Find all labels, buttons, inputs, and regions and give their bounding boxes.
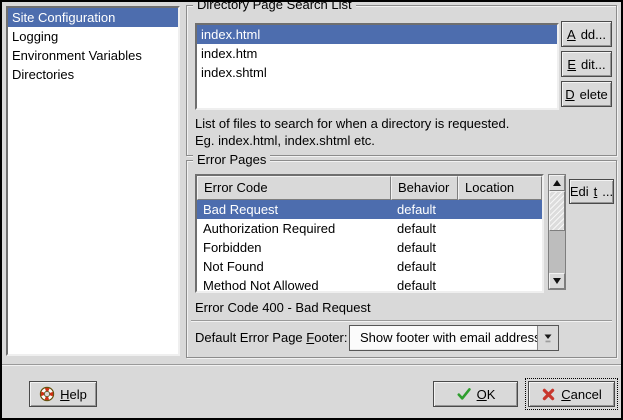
dropdown-arrow-button[interactable] [537, 326, 558, 350]
cell-behavior: default [391, 238, 458, 257]
column-header-location[interactable]: Location [458, 176, 542, 200]
directory-file-list: index.html index.htm index.shtml [195, 23, 559, 110]
cell-error-code: Not Found [197, 257, 391, 276]
directory-description-line1: List of files to search for when a direc… [195, 116, 509, 132]
column-header-behavior[interactable]: Behavior [391, 176, 458, 200]
table-row[interactable]: Bad Request default [197, 200, 542, 219]
error-pages-table: Error Code Behavior Location Bad Request… [195, 174, 544, 293]
ok-button[interactable]: OK [433, 381, 518, 407]
footer-dropdown-label: Default Error Page Footer: [195, 330, 347, 346]
frame-title-error-pages: Error Pages [193, 152, 270, 168]
cell-location [458, 257, 542, 276]
action-bar-separator [2, 364, 621, 366]
scrollbar-thumb[interactable] [549, 191, 565, 231]
cell-error-code: Authorization Required [197, 219, 391, 238]
up-arrow-icon [553, 180, 561, 186]
add-button[interactable]: Add... [561, 21, 612, 47]
help-button-label: Help [60, 387, 87, 402]
category-list: Site Configuration Logging Environment V… [6, 6, 180, 356]
file-list-item[interactable]: index.htm [197, 44, 557, 63]
cell-behavior: default [391, 219, 458, 238]
cell-behavior: default [391, 257, 458, 276]
table-row[interactable]: Forbidden default [197, 238, 542, 257]
error-pages-frame: Error Pages Error Code Behavior Location… [186, 160, 617, 358]
sidebar-item-environment-variables[interactable]: Environment Variables [8, 46, 178, 65]
selected-option-label: Show footer with email address [360, 326, 541, 350]
cancel-button[interactable]: Cancel [528, 381, 615, 407]
scrollbar-up-button[interactable] [549, 175, 565, 191]
sidebar-item-site-configuration[interactable]: Site Configuration [8, 8, 178, 27]
column-header-error-code[interactable]: Error Code [197, 176, 391, 200]
file-list-item[interactable]: index.shtml [197, 63, 557, 82]
table-row[interactable]: Method Not Allowed default [197, 276, 542, 293]
httpd-config-window: Site Configuration Logging Environment V… [0, 0, 623, 420]
red-cross-icon [541, 387, 556, 402]
cell-location [458, 200, 542, 219]
ok-button-label: OK [477, 387, 496, 402]
table-header-row: Error Code Behavior Location [197, 176, 542, 200]
sidebar-item-directories[interactable]: Directories [8, 65, 178, 84]
cancel-button-label: Cancel [561, 387, 601, 402]
cell-location [458, 238, 542, 257]
help-button[interactable]: Help [29, 381, 97, 407]
directory-description-line2: Eg. index.html, index.shtml etc. [195, 133, 375, 149]
table-row[interactable]: Authorization Required default [197, 219, 542, 238]
file-list-item[interactable]: index.html [197, 25, 557, 44]
green-check-icon [456, 386, 472, 402]
dropdown-arrow-icon [542, 332, 554, 344]
section-separator [191, 320, 612, 322]
table-row[interactable]: Not Found default [197, 257, 542, 276]
frame-title-directory: Directory Page Search List [193, 0, 356, 13]
cell-error-code: Forbidden [197, 238, 391, 257]
cell-behavior: default [391, 200, 458, 219]
down-arrow-icon [553, 278, 561, 284]
edit-file-button[interactable]: Edit... [561, 51, 612, 77]
default-error-footer-select[interactable]: Show footer with email address [349, 325, 559, 351]
lifebuoy-icon [39, 386, 55, 402]
edit-error-page-button[interactable]: Edit... [569, 179, 614, 204]
cell-location [458, 219, 542, 238]
table-scrollbar[interactable] [548, 174, 566, 290]
scrollbar-down-button[interactable] [549, 273, 565, 289]
sidebar-item-logging[interactable]: Logging [8, 27, 178, 46]
cell-error-code: Method Not Allowed [197, 276, 391, 293]
delete-button[interactable]: Delete [561, 81, 612, 107]
cell-behavior: default [391, 276, 458, 293]
cell-location [458, 276, 542, 293]
directory-page-search-frame: Directory Page Search List index.html in… [186, 5, 617, 156]
cell-error-code: Bad Request [197, 200, 391, 219]
error-code-status: Error Code 400 - Bad Request [195, 300, 371, 316]
